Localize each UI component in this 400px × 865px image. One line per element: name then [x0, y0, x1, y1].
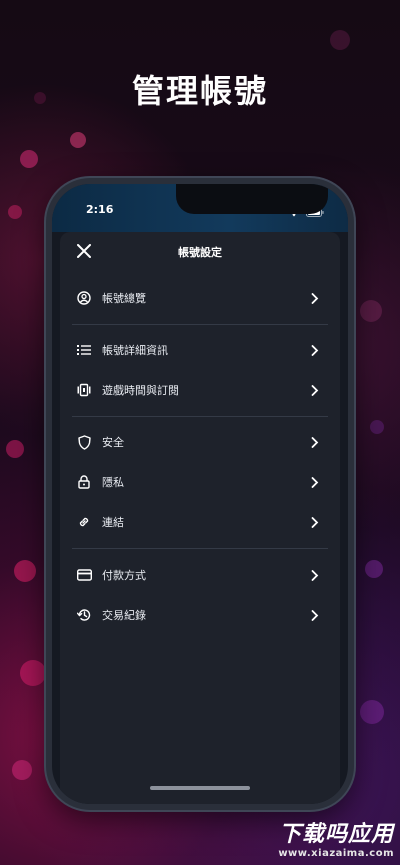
shield-icon	[76, 434, 92, 450]
menu-item-label: 帳號詳細資訊	[102, 344, 168, 357]
background-bokeh	[8, 205, 22, 219]
list-icon	[76, 342, 92, 358]
menu-item-security[interactable]: 安全	[60, 424, 340, 460]
watermark: 下载吗应用 www.xiazaima.com	[234, 816, 394, 859]
lock-icon	[76, 474, 92, 490]
chevron-right-icon	[310, 569, 320, 581]
section-divider	[72, 416, 328, 417]
menu-item-payment-methods[interactable]: 付款方式	[60, 557, 340, 593]
background-bokeh	[20, 660, 46, 686]
account-settings-sheet: 帳號設定 帳號總覽 帳號詳細資訊 遊戲時間與訂閱 安全 隱私 連結 付款方式 交…	[60, 232, 340, 804]
sheet-title: 帳號設定	[178, 246, 222, 259]
watermark-url: www.xiazaima.com	[278, 848, 394, 859]
background-bokeh	[20, 150, 38, 168]
menu-item-label: 交易紀錄	[102, 609, 146, 622]
section-divider	[72, 324, 328, 325]
menu-item-privacy[interactable]: 隱私	[60, 464, 340, 500]
phone-notch	[176, 184, 328, 214]
phone-screen: 2:16 帳號設定 帳號總覽 帳號詳細資訊 遊戲時間與訂閱 安全 隱私 連結 付…	[52, 184, 348, 804]
background-bokeh	[360, 300, 382, 322]
menu-item-label: 連結	[102, 516, 124, 529]
credit-card-icon	[76, 567, 92, 583]
status-time: 2:16	[86, 203, 114, 216]
hero-title: 管理帳號	[131, 72, 268, 110]
menu-item-transaction-history[interactable]: 交易紀錄	[60, 597, 340, 633]
background-bokeh	[12, 760, 32, 780]
chevron-right-icon	[310, 384, 320, 396]
menu-item-playtime-subscriptions[interactable]: 遊戲時間與訂閱	[60, 372, 340, 408]
background-bokeh	[330, 30, 350, 50]
account-circle-icon	[76, 290, 92, 306]
sheet-header: 帳號設定	[60, 232, 340, 272]
history-icon	[76, 607, 92, 623]
background-bokeh	[360, 700, 384, 724]
subscription-icon	[76, 382, 92, 398]
background-bokeh	[6, 440, 24, 458]
menu-item-label: 遊戲時間與訂閱	[102, 384, 179, 397]
menu-item-label: 安全	[102, 436, 124, 449]
watermark-title: 下载吗应用	[278, 822, 394, 847]
menu-item-label: 隱私	[102, 476, 124, 489]
menu-item-account-details[interactable]: 帳號詳細資訊	[60, 332, 340, 368]
background-bokeh	[365, 560, 383, 578]
menu-item-label: 帳號總覽	[102, 292, 146, 305]
background-bokeh	[14, 560, 36, 582]
background-bokeh	[370, 420, 384, 434]
chevron-right-icon	[310, 292, 320, 304]
chevron-right-icon	[310, 476, 320, 488]
chevron-right-icon	[310, 516, 320, 528]
chevron-right-icon	[310, 436, 320, 448]
background-bokeh	[70, 132, 86, 148]
section-divider	[72, 548, 328, 549]
menu-item-account-overview[interactable]: 帳號總覽	[60, 280, 340, 316]
home-indicator	[150, 786, 250, 790]
link-icon	[76, 514, 92, 530]
chevron-right-icon	[310, 344, 320, 356]
menu-item-label: 付款方式	[102, 569, 146, 582]
menu-item-connections[interactable]: 連結	[60, 504, 340, 540]
chevron-right-icon	[310, 609, 320, 621]
